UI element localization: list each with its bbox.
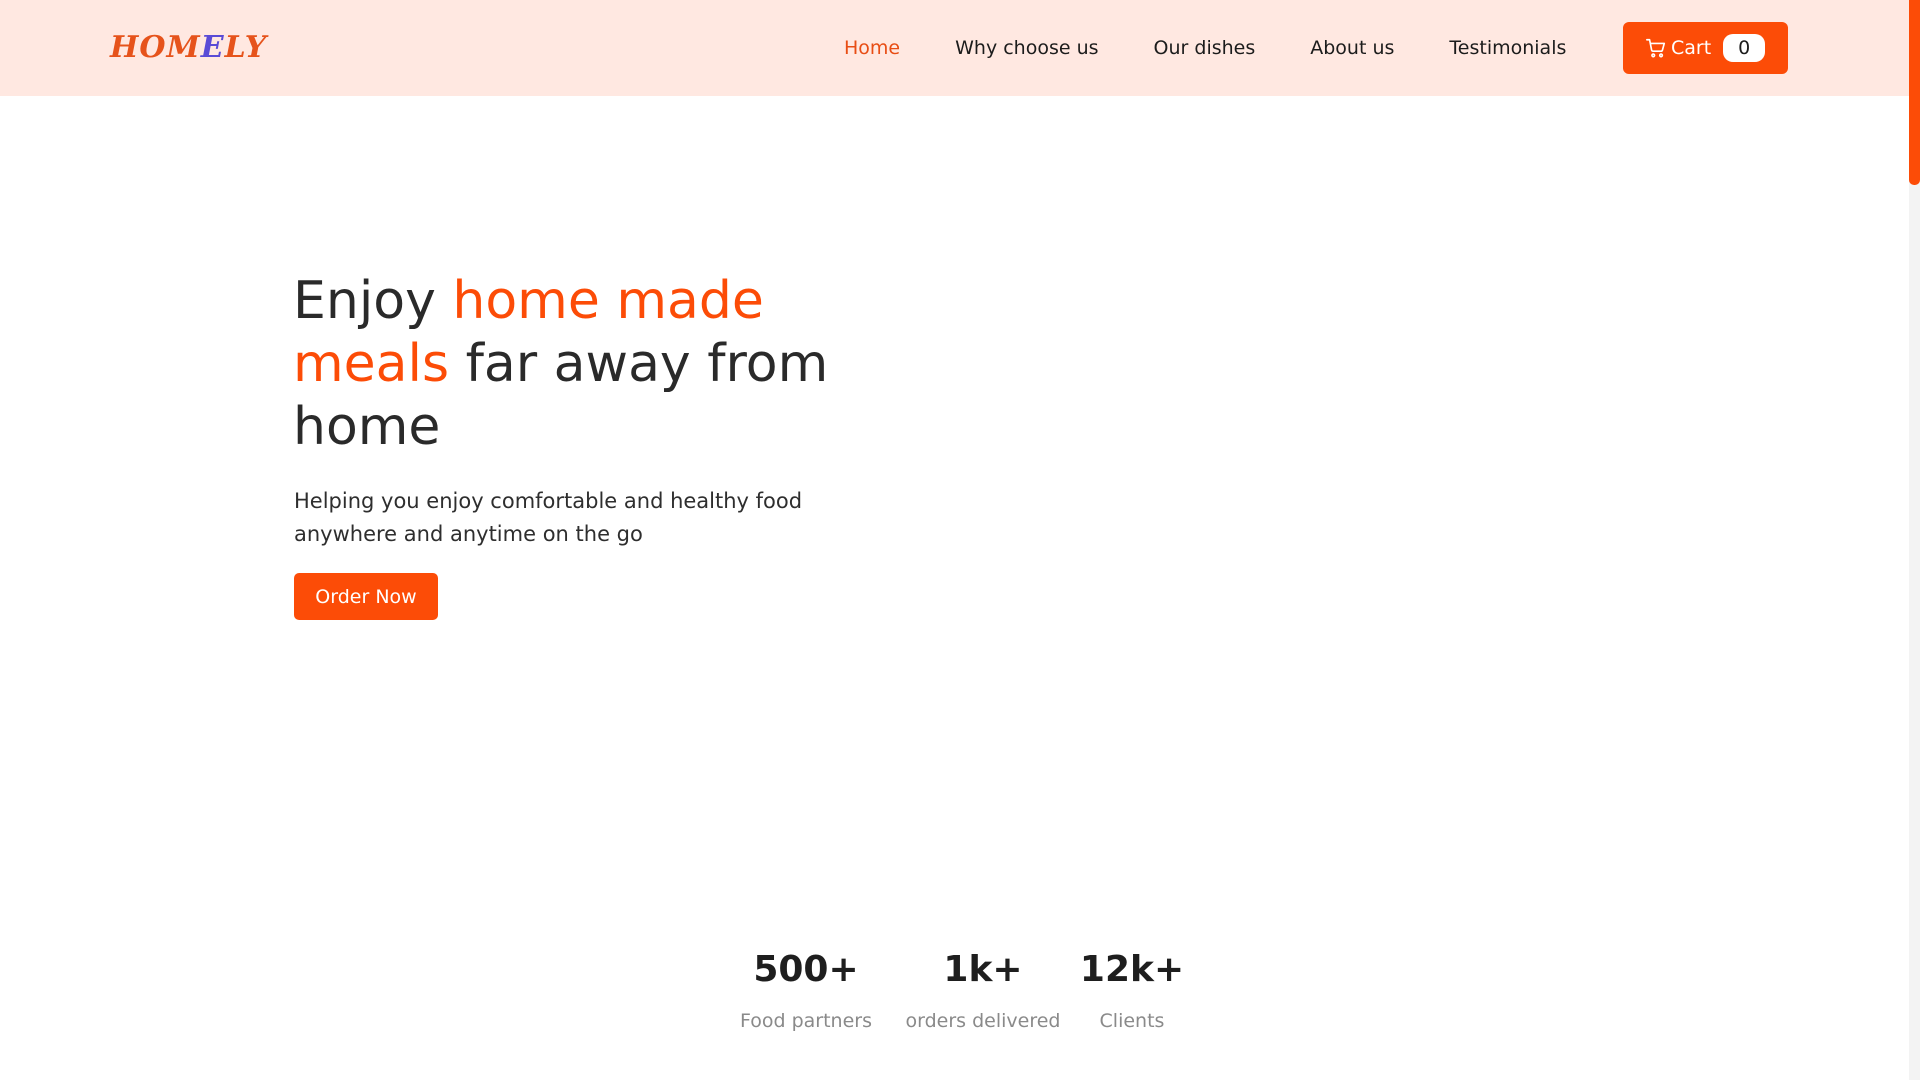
hero-title: Enjoy home made meals far away from home — [293, 270, 853, 459]
brand-logo[interactable]: HOMELY — [110, 28, 267, 68]
nav-link-home[interactable]: Home — [844, 34, 900, 62]
cart-button[interactable]: Cart 0 — [1623, 22, 1788, 74]
cart-label: Cart — [1671, 37, 1712, 59]
order-now-button[interactable]: Order Now — [294, 573, 438, 620]
stat-label: Clients — [1099, 1010, 1165, 1032]
stat-food-partners: 500+ Food partners — [740, 948, 872, 1034]
nav-link-why-choose-us[interactable]: Why choose us — [955, 34, 1098, 62]
main-nav: Home Why choose us Our dishes About us T… — [844, 34, 1621, 62]
site-header: HOMELY Home Why choose us Our dishes Abo… — [0, 0, 1909, 96]
stat-orders-delivered: 1k+ orders delivered — [906, 948, 1061, 1034]
stat-label: Food partners — [739, 1010, 873, 1032]
scrollbar-thumb[interactable] — [1909, 0, 1920, 185]
logo-text-accent: E — [200, 30, 225, 65]
cart-count-badge: 0 — [1723, 34, 1766, 62]
nav-link-about-us[interactable]: About us — [1310, 34, 1394, 62]
hero-subtitle: Helping you enjoy comfortable and health… — [294, 489, 803, 546]
hero-title-part1: Enjoy — [293, 271, 453, 331]
stat-value: 500+ — [753, 949, 859, 990]
logo-text-tail: LY — [224, 30, 268, 65]
nav-link-testimonials[interactable]: Testimonials — [1449, 34, 1566, 62]
stat-value: 1k+ — [943, 949, 1023, 990]
stat-label: orders delivered — [905, 1010, 1061, 1032]
hero-food-image — [1050, 180, 1610, 720]
cart-icon — [1646, 38, 1666, 58]
nav-link-our-dishes[interactable]: Our dishes — [1154, 34, 1256, 62]
stat-clients: 12k+ Clients — [1080, 948, 1184, 1034]
logo-text-primary: HOM — [110, 30, 201, 65]
stat-value: 12k+ — [1079, 949, 1185, 990]
